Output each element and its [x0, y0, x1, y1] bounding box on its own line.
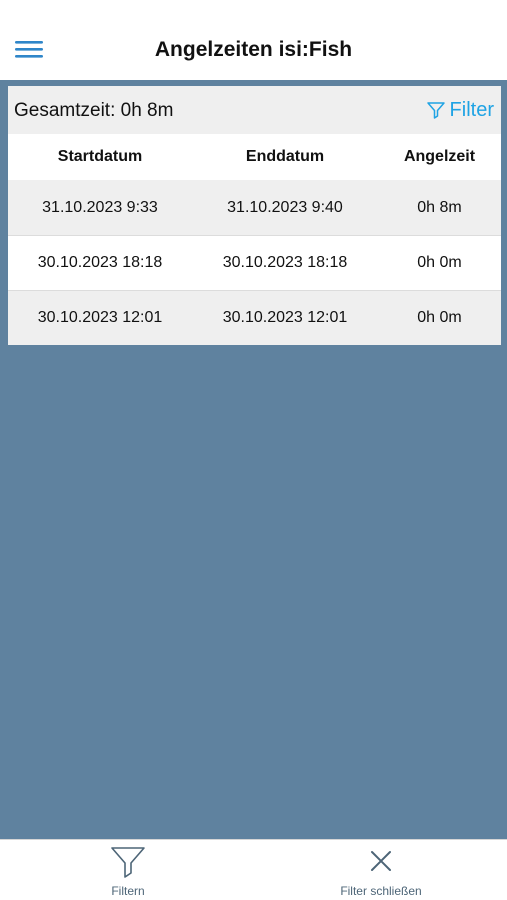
toolbar-filter-button[interactable]: Filtern [58, 846, 198, 898]
filter-label: Filter [449, 98, 494, 121]
page-title: Angelzeiten isi:Fish [154, 38, 353, 61]
toolbar-close-filter-label: Filter schließen [340, 884, 422, 898]
table-header: Startdatum Enddatum Angelzeit [8, 134, 501, 180]
column-header-start: Startdatum [57, 148, 143, 165]
main-area: Gesamtzeit: 0h 8m Filter Startdatum Endd… [0, 80, 507, 839]
times-card: Gesamtzeit: 0h 8m Filter Startdatum Endd… [8, 86, 501, 345]
table-row[interactable]: 30.10.2023 18:18 30.10.2023 18:18 0h 0m [8, 235, 501, 290]
cell-start: 31.10.2023 9:33 [42, 198, 158, 216]
column-header-duration: Angelzeit [403, 148, 476, 165]
total-time: Gesamtzeit: 0h 8m [14, 100, 174, 121]
table-row[interactable]: 30.10.2023 12:01 30.10.2023 12:01 0h 0m [8, 290, 501, 345]
cell-end: 30.10.2023 18:18 [222, 254, 348, 271]
toolbar-close-filter-button[interactable]: Filter schließen [311, 846, 451, 898]
funnel-icon [111, 847, 145, 878]
close-icon [371, 851, 391, 871]
filter-button[interactable]: Filter [426, 97, 494, 123]
cell-duration: 0h 0m [417, 309, 462, 326]
table-row[interactable]: 31.10.2023 9:33 31.10.2023 9:40 0h 8m [8, 180, 501, 235]
bottom-toolbar: Filtern Filter schließen [0, 839, 507, 900]
cell-duration: 0h 8m [417, 198, 462, 216]
cell-start: 30.10.2023 12:01 [37, 309, 163, 326]
cell-end: 30.10.2023 12:01 [222, 309, 348, 326]
cell-duration: 0h 0m [417, 254, 462, 271]
cell-end: 31.10.2023 9:40 [227, 198, 343, 216]
cell-start: 30.10.2023 18:18 [37, 254, 163, 271]
app-root: Angelzeiten isi:Fish Gesamtzeit: 0h 8m F… [0, 0, 507, 900]
summary-bar: Gesamtzeit: 0h 8m Filter [8, 86, 501, 134]
header: Angelzeiten isi:Fish [0, 0, 507, 80]
funnel-icon [426, 102, 445, 119]
toolbar-filter-label: Filtern [111, 884, 145, 898]
column-header-end: Enddatum [245, 148, 325, 165]
